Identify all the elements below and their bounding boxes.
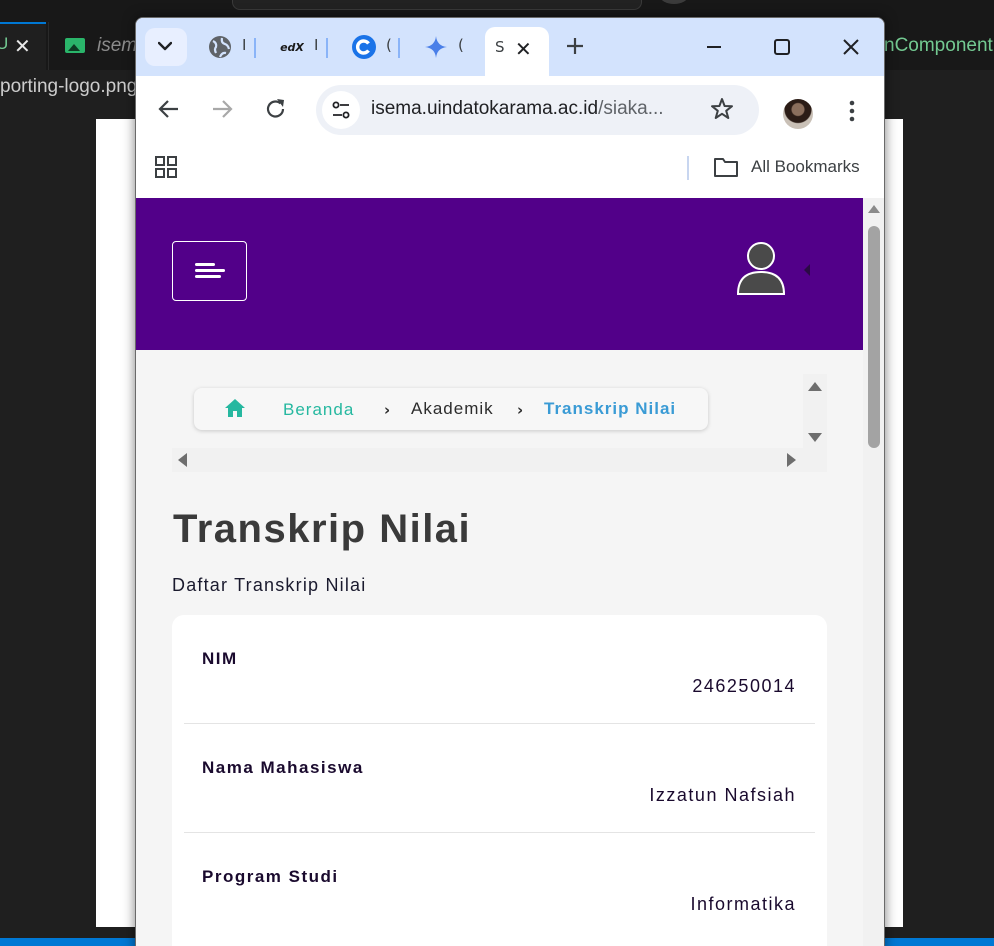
tab-search-button[interactable] [145,28,187,66]
breadcrumb-vertical-scrollbar[interactable] [803,374,827,448]
maximize-icon [774,39,790,55]
close-icon [843,39,859,55]
chevron-down-icon [158,41,172,51]
field-label: Program Studi [202,867,339,886]
breadcrumb-current: Transkrip Nilai [544,399,677,418]
tab-strip: I edX I ( ( S ✕ [136,18,884,77]
editor-breadcrumb-file: porting-logo.png [0,76,138,97]
editor-tab-label: nComponent [884,35,993,56]
breadcrumb-container: Beranda › Akademik › Transkrip Nilai [172,374,827,472]
all-bookmarks-link[interactable]: All Bookmarks [751,157,860,177]
field-label: NIM [202,649,238,668]
tab-title: ( [386,36,392,54]
reload-button[interactable] [263,96,289,122]
minimize-button[interactable] [696,30,732,64]
svg-text:edX: edX [280,41,304,54]
scroll-up-arrow[interactable] [808,382,822,391]
field-value: Informatika [690,894,796,914]
field-label: Nama Mahasiswa [202,758,364,777]
editor-command-center[interactable] [232,0,642,10]
page-title: Transkrip Nilai [173,507,472,551]
scrollbar-thumb[interactable] [868,226,880,448]
chevron-right-icon: › [384,401,391,419]
forward-button[interactable] [209,96,235,122]
scroll-right-arrow[interactable] [787,453,796,467]
more-menu-icon[interactable] [849,100,855,122]
caret-left-icon[interactable] [804,264,810,276]
editor-tab-status: U [0,34,9,53]
field-value: Izzatun Nafsiah [649,785,796,805]
scroll-down-arrow[interactable] [808,433,822,442]
new-tab-button[interactable] [566,32,584,62]
breadcrumb: Beranda › Akademik › Transkrip Nilai [194,388,708,430]
editor-tab-label: isem [97,35,138,56]
tab-pinned-4[interactable]: ( [424,32,464,62]
user-avatar-icon[interactable] [736,242,786,298]
breadcrumb-horizontal-scrollbar[interactable] [172,448,827,472]
sidebar-toggle-button[interactable] [172,241,247,301]
editor-account-icon[interactable] [660,0,688,4]
close-tab-icon[interactable]: ✕ [515,37,532,61]
page-viewport: Beranda › Akademik › Transkrip Nilai Tra… [136,198,884,946]
chrome-c-icon [352,35,376,59]
tab-title: ( [458,36,464,54]
page-subtitle: Daftar Transkrip Nilai [172,575,367,595]
address-bar[interactable]: isema.uindatokarama.ac.id/siaka... [316,85,759,135]
chevron-right-icon: › [517,401,524,419]
folder-icon[interactable] [713,156,739,178]
editor-tab-image[interactable]: isem [48,22,138,70]
tab-active[interactable]: S ✕ [485,27,549,77]
back-button[interactable] [156,96,182,122]
plus-icon [567,38,583,54]
edx-icon: edX [280,40,304,54]
home-icon[interactable] [224,398,246,418]
site-header [136,198,863,350]
minimize-icon [707,46,721,48]
breadcrumb-home[interactable]: Beranda [283,400,354,420]
tab-pinned-3[interactable]: ( [352,32,400,62]
bookmark-star-icon[interactable] [709,96,735,122]
close-window-button[interactable] [833,30,869,64]
scroll-up-arrow[interactable] [868,205,880,213]
info-row-nim: NIM 246250014 [184,615,815,724]
tab-title: S [495,38,505,56]
scroll-left-arrow[interactable] [178,453,187,467]
breadcrumb-akademik[interactable]: Akademik [411,399,494,419]
tab-title: I [314,36,319,54]
profile-avatar[interactable] [783,99,813,129]
maximize-button[interactable] [763,30,799,64]
bookmarks-divider [687,156,689,180]
info-row-nama: Nama Mahasiswa Izzatun Nafsiah [184,724,815,833]
url-text: isema.uindatokarama.ac.id/siaka... [371,98,664,119]
field-value: 246250014 [692,676,796,696]
globe-icon [209,36,231,58]
tune-icon [332,101,350,119]
bookmarks-bar: All Bookmarks [136,140,884,198]
browser-toolbar: isema.uindatokarama.ac.id/siaka... [136,76,884,140]
editor-tab-component[interactable]: nComponent [884,22,994,70]
close-icon[interactable]: ✕ [14,34,31,59]
image-file-icon [65,38,85,53]
arrow-left-icon [158,100,178,118]
tab-pinned-1[interactable]: I [208,32,256,62]
student-info-card: NIM 246250014 Nama Mahasiswa Izzatun Naf… [172,615,827,946]
gemini-star-icon [425,36,447,58]
arrow-right-icon [213,100,233,118]
page-scrollbar[interactable] [863,198,884,946]
reload-icon [266,99,285,118]
info-row-prodi: Program Studi Informatika [184,833,815,942]
tab-pinned-2[interactable]: edX I [280,32,328,62]
browser-window: I edX I ( ( S ✕ isema.uindatokarama.ac.i… [135,17,885,946]
apps-grid-icon[interactable] [155,156,177,178]
site-info-button[interactable] [322,91,360,129]
editor-tab-active[interactable]: U ✕ [0,22,46,70]
tab-title: I [242,36,247,54]
